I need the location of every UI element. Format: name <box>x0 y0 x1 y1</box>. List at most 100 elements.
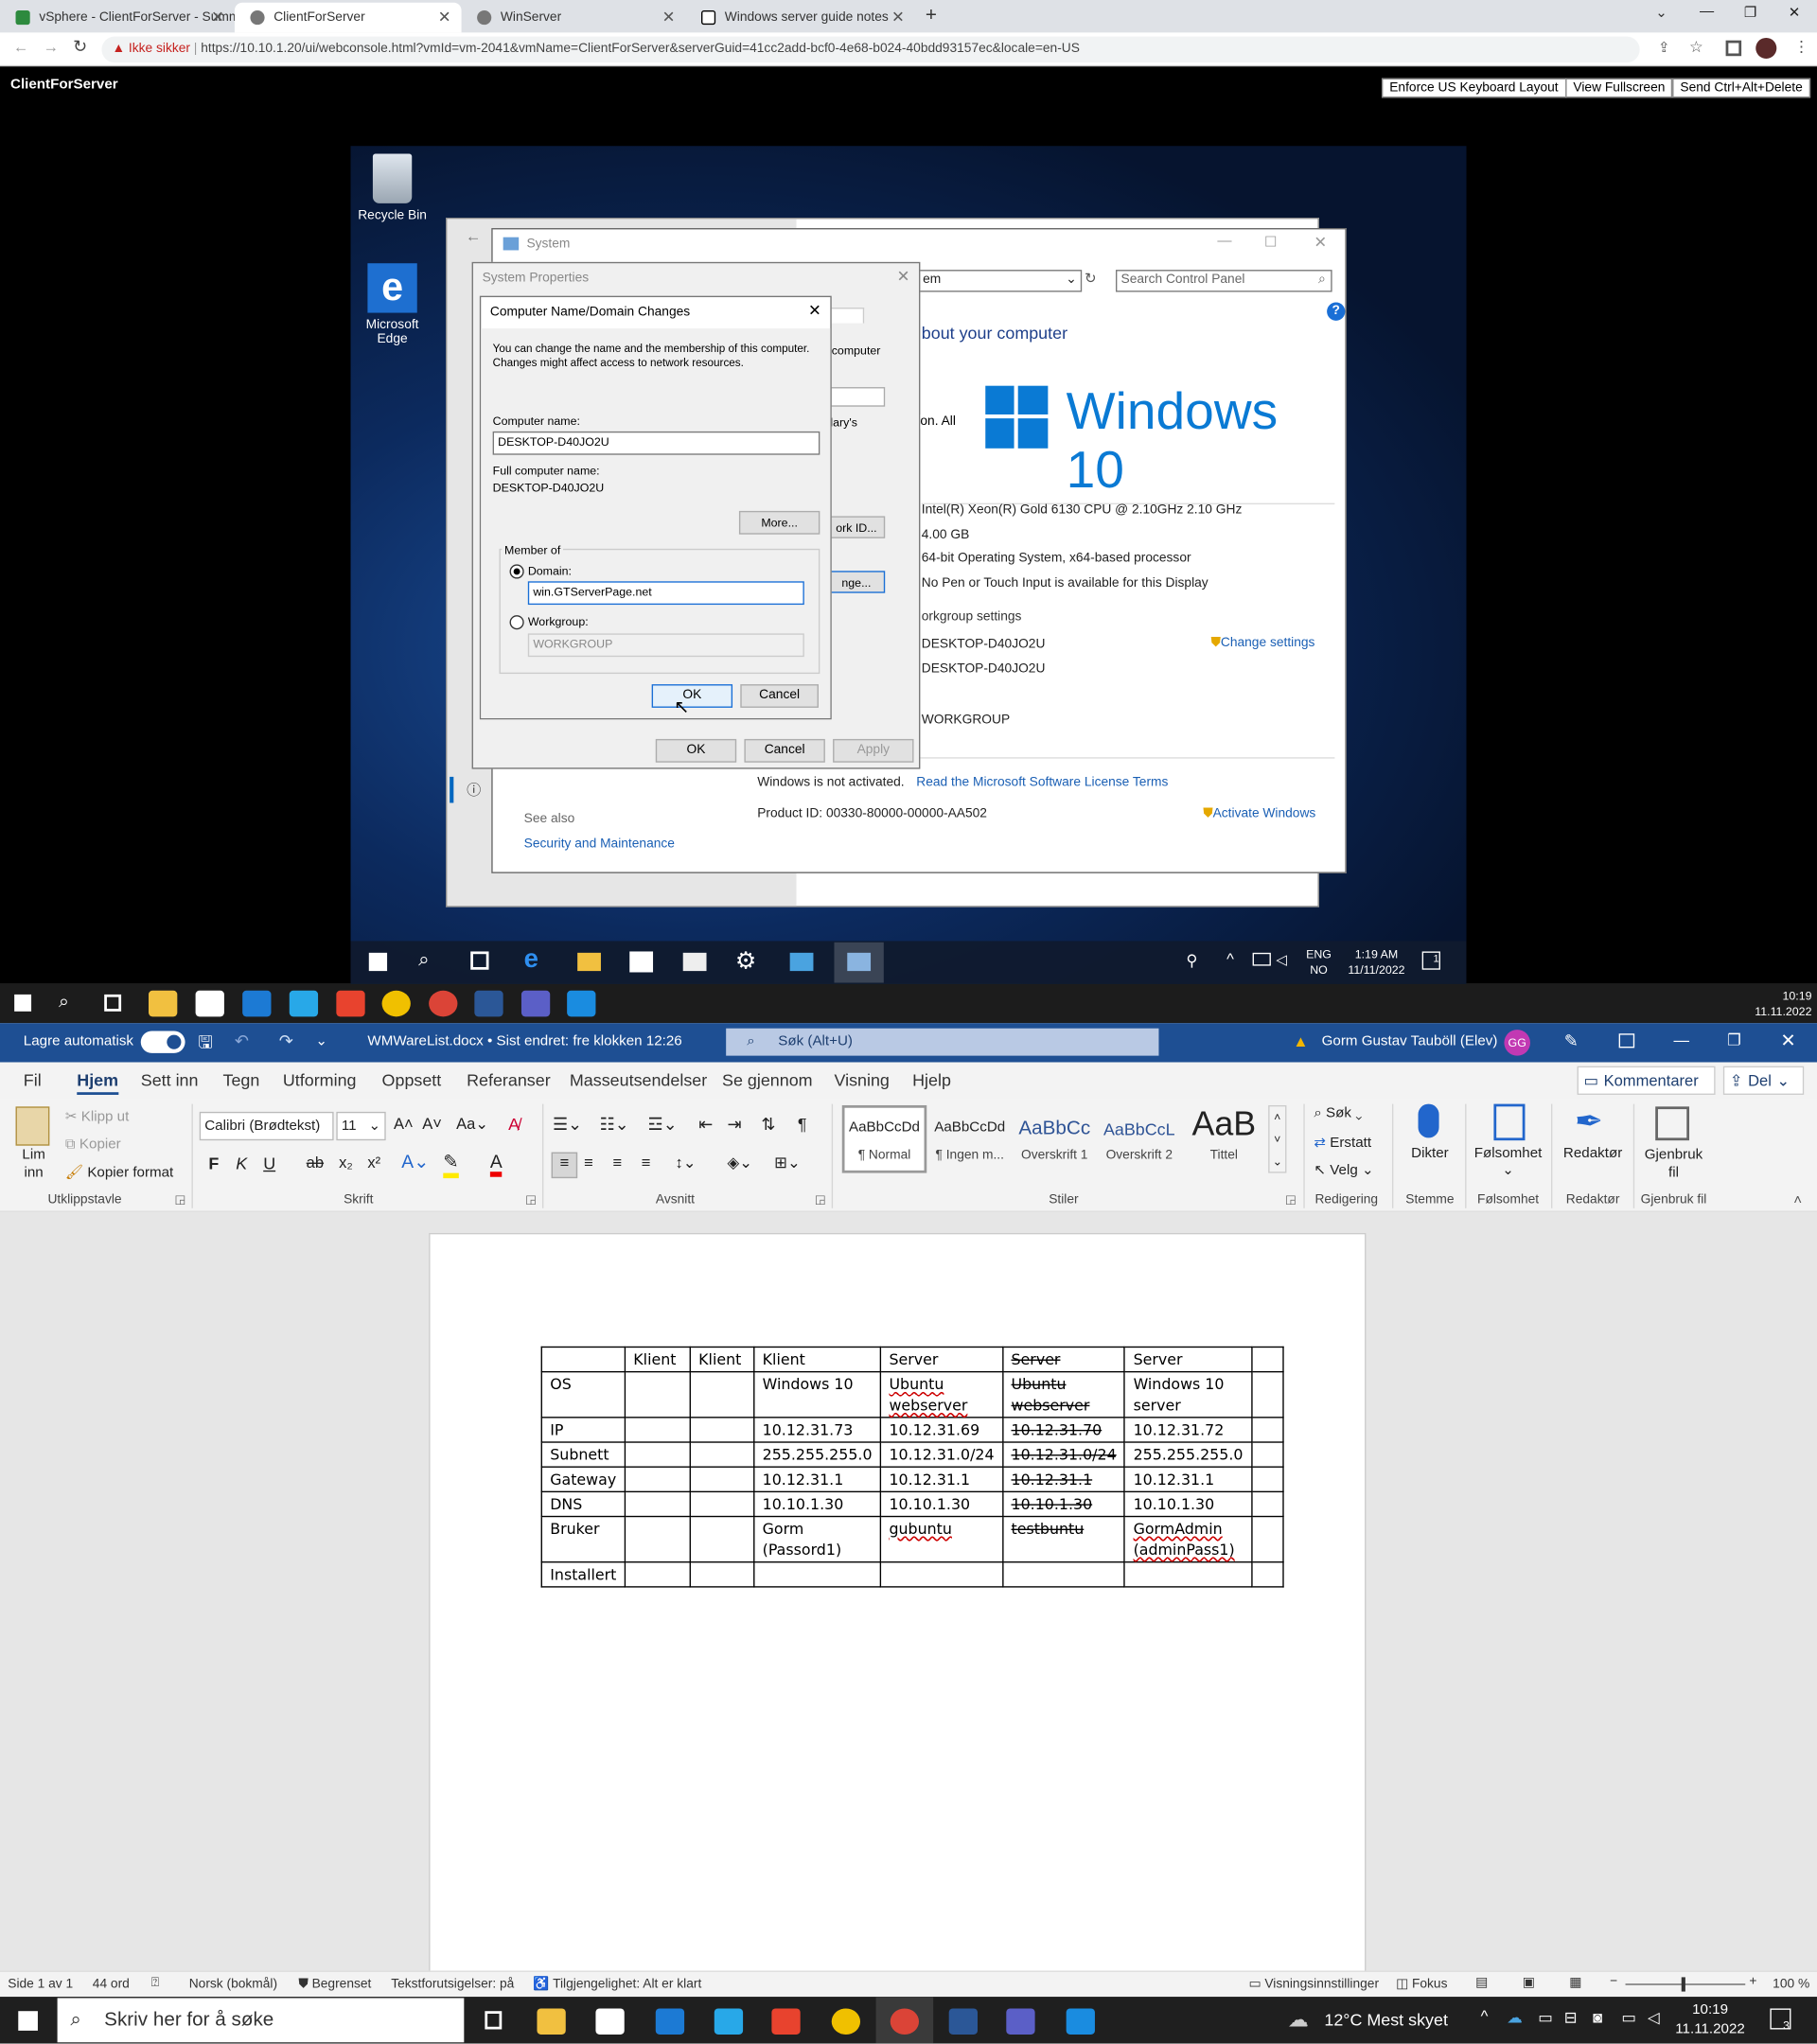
table-cell[interactable] <box>689 1515 755 1563</box>
font-size-select[interactable]: 11 ⌄ <box>336 1111 386 1141</box>
table-cell[interactable]: 10.10.1.30 <box>1123 1490 1253 1518</box>
rdp-icon[interactable] <box>567 990 596 1017</box>
teams-icon[interactable] <box>1006 2008 1035 2035</box>
table-cell[interactable] <box>1001 1561 1126 1588</box>
find-button[interactable]: ⌕ Søk ⌄ <box>1314 1105 1362 1122</box>
table-cell[interactable]: 10.10.1.30 <box>879 1490 1004 1518</box>
task-view-icon[interactable] <box>470 951 489 970</box>
file-explorer-icon[interactable] <box>149 990 178 1017</box>
style-heading-1[interactable]: AaBbCc <box>1014 1117 1095 1138</box>
tab-oppsett[interactable]: Oppsett <box>382 1070 442 1090</box>
table-cell[interactable]: Windows 10 server <box>1123 1370 1253 1418</box>
edge-icon[interactable]: e <box>524 945 538 976</box>
table-cell[interactable]: testbuntu <box>1001 1515 1126 1563</box>
onedrive-icon[interactable]: ☁ <box>1507 2008 1523 2026</box>
clear-format-icon[interactable]: A̸ <box>508 1115 520 1135</box>
table-cell[interactable] <box>624 1441 691 1468</box>
network-id-button[interactable]: ork ID... <box>827 516 886 538</box>
start-icon[interactable] <box>18 2011 38 2031</box>
share-icon[interactable]: ⇪ <box>1658 39 1670 57</box>
table-cell[interactable] <box>1250 1490 1284 1518</box>
tab-search-icon[interactable]: ⌄ <box>1655 4 1667 22</box>
table-cell[interactable]: Subnett <box>540 1441 626 1468</box>
table-cell[interactable]: IP <box>540 1417 626 1443</box>
close-button[interactable]: ✕ <box>808 301 821 319</box>
shrink-font-icon[interactable]: A˅ <box>422 1115 442 1133</box>
l-app-icon[interactable] <box>714 2008 744 2035</box>
search-control-panel[interactable]: Search Control Panel ⌕ <box>1115 270 1332 292</box>
table-cell[interactable]: Server <box>879 1346 1004 1373</box>
restore-button[interactable]: ❐ <box>1727 1031 1741 1048</box>
text-effects-icon[interactable]: A⌄ <box>401 1151 429 1172</box>
italic-icon[interactable]: K <box>236 1154 247 1173</box>
table-cell[interactable]: 10.12.31.70 <box>1001 1417 1126 1443</box>
save-icon[interactable]: 🖫 <box>198 1031 212 1059</box>
pen-icon[interactable]: ✎ <box>1564 1031 1579 1051</box>
activate-windows-link[interactable]: ⛊Activate Windows <box>1203 807 1315 821</box>
enforce-keyboard-button[interactable]: Enforce US Keyboard Layout <box>1381 78 1566 98</box>
font-name-select[interactable]: Calibri (Brødtekst) <box>199 1111 334 1141</box>
clock[interactable]: 10:19 11.11.2022 <box>1747 988 1811 1019</box>
desktop-icon-recycle-bin[interactable]: Recycle Bin <box>352 153 432 223</box>
workgroup-radio[interactable] <box>509 615 524 630</box>
tab-sett-inn[interactable]: Sett inn <box>141 1070 199 1090</box>
zoom-in-icon[interactable]: + <box>1749 1975 1756 1989</box>
read-mode-icon[interactable]: ▤ <box>1475 1976 1488 1990</box>
underline-icon[interactable]: U <box>263 1154 275 1173</box>
customize-qat-icon[interactable]: ⌄ <box>315 1032 327 1049</box>
bookmark-star-icon[interactable]: ☆ <box>1689 38 1703 56</box>
taskbar-search[interactable]: ⌕ Skriv her for å søke <box>57 1998 465 2043</box>
select-button[interactable]: ↖ Velg ⌄ <box>1314 1161 1373 1179</box>
search-icon[interactable]: ⌕ <box>59 991 69 1013</box>
close-button[interactable]: ✕ <box>1780 1030 1795 1051</box>
zoom-thumb[interactable] <box>1681 1977 1685 1992</box>
focus-button[interactable]: ◫ Fokus <box>1396 1977 1447 1991</box>
table-cell[interactable] <box>1250 1561 1284 1588</box>
borders-icon[interactable]: ⊞⌄ <box>774 1154 801 1172</box>
table-cell[interactable] <box>1250 1370 1284 1418</box>
editor-button[interactable]: Redaktør <box>1557 1146 1630 1162</box>
task-view-icon[interactable] <box>485 2011 503 2030</box>
teams-icon[interactable] <box>520 990 551 1017</box>
workgroup-input[interactable]: WORKGROUP <box>527 633 804 658</box>
user-name[interactable]: Gorm Gustav Tauböll (Elev) <box>1322 1033 1498 1049</box>
menu-icon[interactable]: ⋮ <box>1793 38 1809 56</box>
close-icon[interactable]: ✕ <box>891 3 905 33</box>
change-settings-link[interactable]: ⛊Change settings <box>1211 636 1315 650</box>
cancel-button[interactable]: Cancel <box>744 738 825 763</box>
style-normal[interactable] <box>841 1104 927 1173</box>
rdp-icon[interactable] <box>1066 2008 1095 2035</box>
style-no-spacing[interactable]: AaBbCcDd <box>929 1119 1010 1136</box>
share-button[interactable]: ⇪ Del ⌄ <box>1722 1066 1805 1095</box>
table-cell[interactable] <box>624 1561 691 1588</box>
table-cell[interactable]: Bruker <box>540 1515 626 1563</box>
reuse-file-button[interactable]: Gjenbruk fil <box>1637 1146 1710 1183</box>
active-app[interactable] <box>875 1997 934 2044</box>
chevron-up-icon[interactable]: ^ <box>1481 2007 1489 2025</box>
minimize-button[interactable]: — <box>1217 234 1231 250</box>
table-cell[interactable]: 255.255.255.0 <box>1123 1441 1253 1468</box>
maximize-button[interactable]: ❐ <box>1744 4 1757 22</box>
close-button[interactable]: ✕ <box>1314 234 1327 252</box>
start-icon[interactable] <box>368 952 388 972</box>
table-cell[interactable]: 10.12.31.72 <box>1123 1417 1253 1443</box>
cancel-button[interactable]: Cancel <box>740 684 819 708</box>
description-field[interactable] <box>830 387 886 407</box>
ribbon-display-icon[interactable] <box>1618 1033 1635 1048</box>
line-spacing-icon[interactable]: ↕⌄ <box>675 1154 696 1172</box>
align-left-icon[interactable]: ≡ <box>551 1152 578 1179</box>
mail-icon[interactable] <box>242 990 272 1017</box>
tab-vsphere[interactable]: vSphere - ClientForServer - Summ ✕ <box>0 3 235 33</box>
chrome-icon[interactable] <box>831 2008 861 2035</box>
dialog-launcher-icon[interactable]: ◲ <box>175 1192 186 1207</box>
network-icon[interactable] <box>1252 952 1271 966</box>
table-cell[interactable] <box>1250 1466 1284 1493</box>
strikethrough-icon[interactable]: ab <box>307 1154 324 1172</box>
grow-font-icon[interactable]: A˄ <box>394 1115 414 1133</box>
task-view-icon[interactable] <box>104 994 122 1012</box>
zoom-out-icon[interactable]: − <box>1610 1975 1617 1989</box>
network-icon[interactable]: ▭ <box>1621 2008 1636 2026</box>
table-cell[interactable]: 10.10.1.30 <box>1001 1490 1126 1518</box>
table-cell[interactable]: 10.12.31.0/24 <box>1001 1441 1126 1468</box>
justify-icon[interactable]: ≡ <box>642 1154 651 1172</box>
